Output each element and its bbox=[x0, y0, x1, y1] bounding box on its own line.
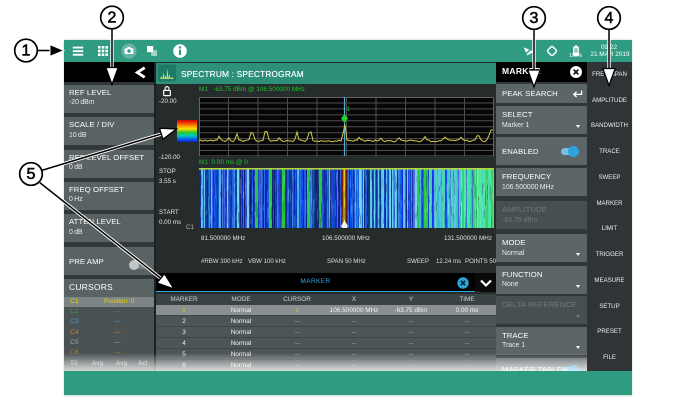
svg-text:4: 4 bbox=[605, 10, 614, 27]
svg-text:5: 5 bbox=[27, 166, 36, 183]
svg-text:2: 2 bbox=[108, 10, 117, 27]
svg-text:3: 3 bbox=[530, 10, 539, 27]
svg-text:1: 1 bbox=[22, 43, 31, 60]
